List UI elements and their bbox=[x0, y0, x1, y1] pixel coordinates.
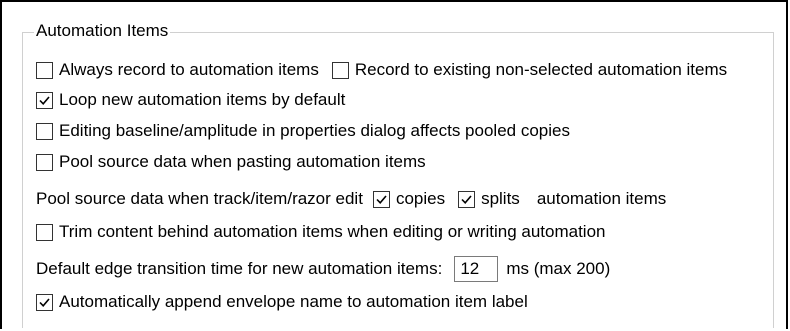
row-pool-edit: Pool source data when track/item/razor e… bbox=[36, 187, 666, 211]
pool-splits-label[interactable]: splits bbox=[481, 187, 520, 211]
record-existing-checkbox[interactable] bbox=[331, 61, 349, 79]
pool-copies-checkbox[interactable] bbox=[372, 190, 390, 208]
row-append-name: Automatically append envelope name to au… bbox=[36, 290, 528, 314]
pool-copies-label[interactable]: copies bbox=[396, 187, 445, 211]
row-trim-content: Trim content behind automation items whe… bbox=[36, 220, 606, 244]
row-record-options: Always record to automation items Record… bbox=[36, 58, 727, 82]
pool-edit-prefix: Pool source data when track/item/razor e… bbox=[36, 189, 363, 208]
row-edge-transition: Default edge transition time for new aut… bbox=[36, 256, 611, 282]
group-title: Automation Items bbox=[34, 21, 171, 41]
row-pool-paste: Pool source data when pasting automation… bbox=[36, 150, 426, 174]
editing-baseline-checkbox[interactable] bbox=[36, 122, 53, 140]
edge-transition-input[interactable] bbox=[454, 256, 499, 282]
append-name-label[interactable]: Automatically append envelope name to au… bbox=[59, 290, 528, 314]
always-record-label[interactable]: Always record to automation items bbox=[59, 58, 319, 82]
pool-splits-checkbox[interactable] bbox=[458, 190, 476, 208]
loop-new-checkbox[interactable] bbox=[36, 91, 53, 109]
editing-baseline-label[interactable]: Editing baseline/amplitude in properties… bbox=[59, 119, 570, 143]
trim-content-label[interactable]: Trim content behind automation items whe… bbox=[59, 220, 606, 244]
append-name-checkbox[interactable] bbox=[36, 293, 53, 311]
pool-edit-suffix: automation items bbox=[536, 189, 667, 208]
edge-transition-label: Default edge transition time for new aut… bbox=[36, 259, 443, 278]
row-loop-new: Loop new automation items by default bbox=[36, 88, 345, 112]
always-record-checkbox[interactable] bbox=[36, 61, 53, 79]
loop-new-label[interactable]: Loop new automation items by default bbox=[59, 88, 345, 112]
row-editing-baseline: Editing baseline/amplitude in properties… bbox=[36, 119, 570, 143]
edge-transition-unit: ms (max 200) bbox=[506, 259, 611, 278]
pool-paste-checkbox[interactable] bbox=[36, 153, 53, 171]
trim-content-checkbox[interactable] bbox=[36, 223, 53, 241]
pool-paste-label[interactable]: Pool source data when pasting automation… bbox=[59, 150, 426, 174]
record-existing-label[interactable]: Record to existing non-selected automati… bbox=[355, 58, 727, 82]
